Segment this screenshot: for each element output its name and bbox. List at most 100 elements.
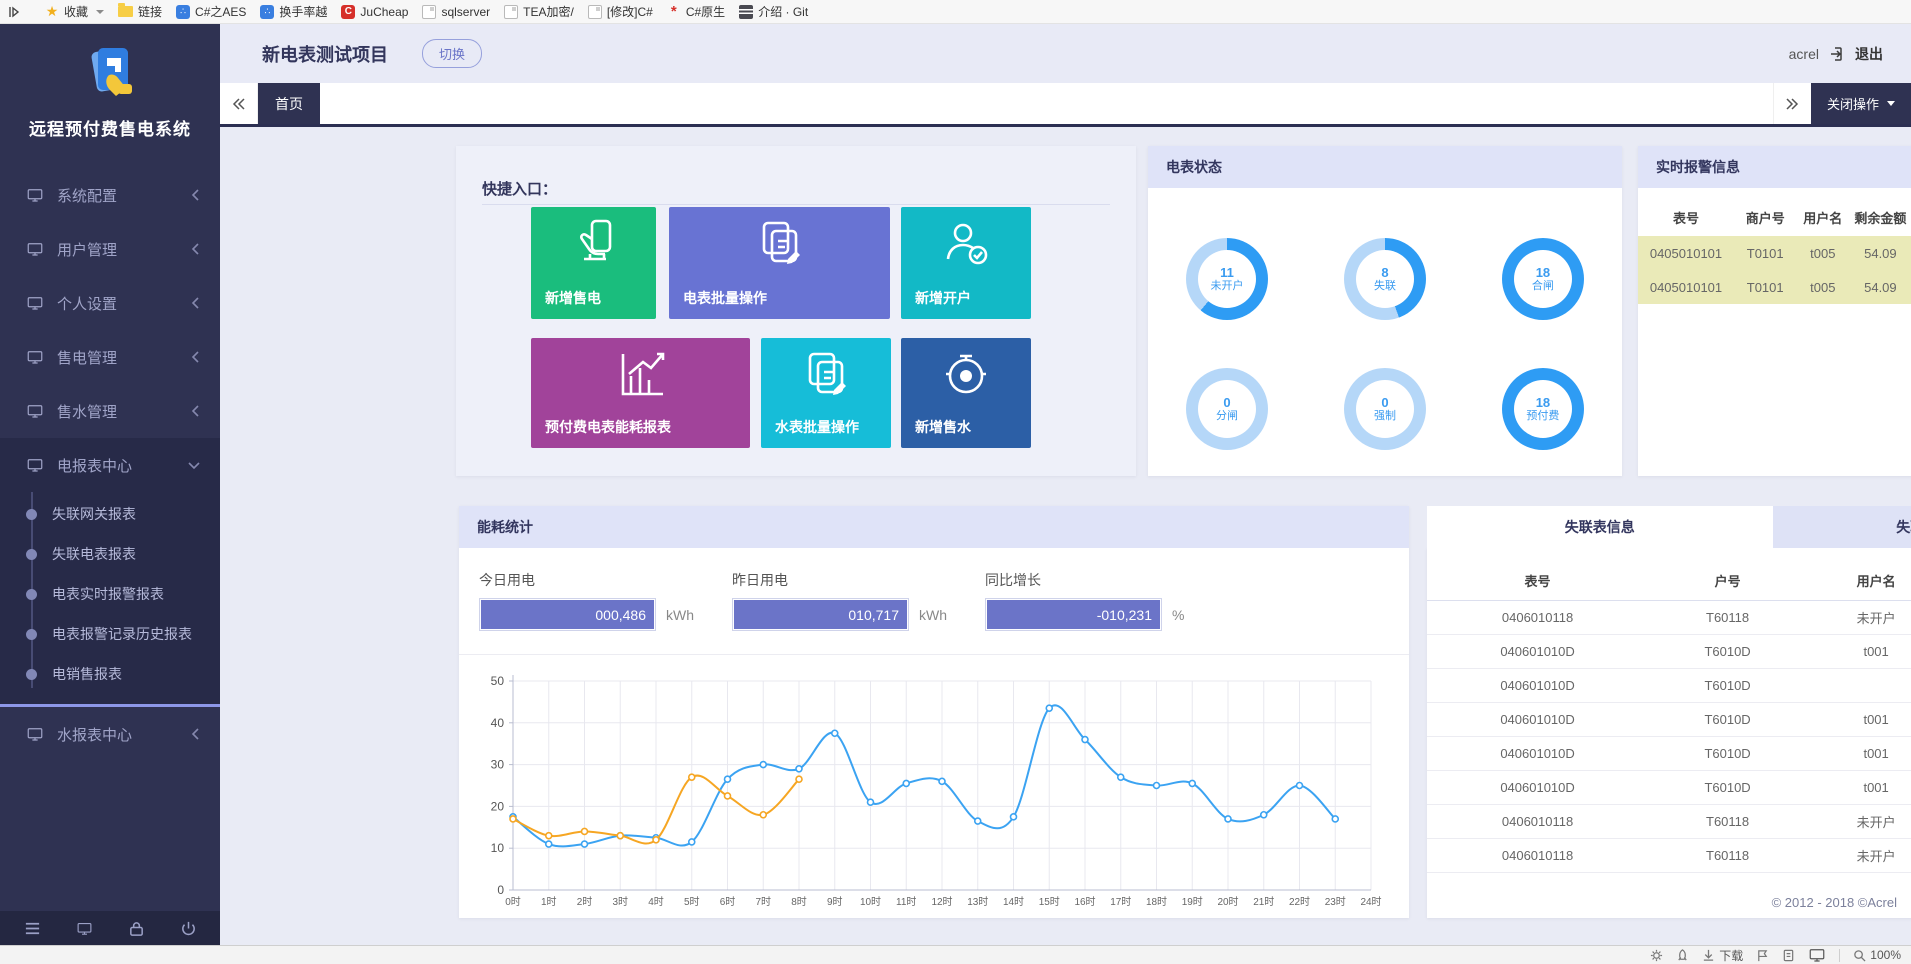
bookmark-label: [修改]C#	[607, 3, 653, 20]
svg-text:18时: 18时	[1146, 896, 1167, 908]
statusbar-page-icon[interactable]	[1782, 949, 1795, 962]
tile-label: 预付费电表能耗报表	[545, 417, 671, 437]
column-header: 用户名	[1796, 198, 1849, 236]
sidebar-item-个人设置[interactable]: 个人设置	[0, 276, 220, 330]
menu-icon[interactable]	[24, 920, 41, 937]
bookmark-item-1[interactable]: 链接	[111, 1, 169, 22]
logout-icon[interactable]	[1829, 46, 1845, 62]
sidebar-item-系统配置[interactable]: 系统配置	[0, 168, 220, 222]
donut-失联: 8失联	[1344, 238, 1426, 320]
bookmark-item-2[interactable]: ∴C#之AES	[169, 1, 253, 22]
statusbar-rocket-icon[interactable]	[1676, 949, 1689, 962]
statusbar-gear-icon[interactable]	[1650, 949, 1663, 962]
sidebar-item-售水管理[interactable]: 售水管理	[0, 384, 220, 438]
stat-value: 010,717	[734, 600, 907, 629]
sidebar-subitem-失联网关报表[interactable]: 失联网关报表	[0, 494, 220, 534]
svg-text:8时: 8时	[791, 896, 807, 908]
disconnect-tabs: 失联表信息失联通讯管理机	[1427, 506, 1911, 548]
bookmark-item-5[interactable]: sqlserver	[415, 3, 497, 21]
column-header: 用户名	[1807, 562, 1911, 600]
donut-合闸: 18合闸	[1502, 238, 1584, 320]
svg-text:2时: 2时	[577, 896, 593, 908]
sidebar-item-用户管理[interactable]: 用户管理	[0, 222, 220, 276]
statusbar-monitor-icon[interactable]	[1808, 946, 1826, 964]
sidebar-item-电报表中心[interactable]: 电报表中心	[0, 438, 220, 492]
donut-value: 0	[1381, 396, 1388, 410]
stat-value-bar: -010,231	[985, 598, 1162, 631]
quick-tile-新增售水[interactable]: 新增售水	[901, 338, 1031, 448]
table-cell: 54.09	[1849, 236, 1911, 270]
lock-icon[interactable]	[128, 920, 145, 937]
star-icon: ★	[45, 5, 59, 19]
bookmark-item-9[interactable]: 介绍 · Git	[732, 1, 815, 22]
power-icon[interactable]	[180, 920, 197, 937]
table-cell: 54.09	[1849, 270, 1911, 304]
sidebar-subitem-电销售报表[interactable]: 电销售报表	[0, 654, 220, 694]
rocket-icon	[1676, 949, 1689, 962]
chevron-down-icon	[1887, 101, 1895, 106]
tab-失联通讯管理机[interactable]: 失联通讯管理机	[1773, 506, 1911, 548]
table-cell: T0101	[1734, 236, 1796, 270]
statusbar-flag-icon[interactable]	[1756, 949, 1769, 962]
tab-失联表信息[interactable]: 失联表信息	[1427, 506, 1773, 548]
chevron-left-icon	[191, 351, 200, 363]
table-cell: t005	[1796, 270, 1849, 304]
quick-tile-预付费电表能耗报表[interactable]: 预付费电表能耗报表	[531, 338, 750, 448]
chevron-left-icon	[191, 189, 200, 201]
logout-button[interactable]: 退出	[1855, 44, 1883, 64]
svg-text:11时: 11时	[896, 896, 916, 908]
svg-text:24时: 24时	[1360, 896, 1381, 908]
quick-tile-新增开户[interactable]: 新增开户	[901, 207, 1031, 319]
zoom-control[interactable]: 100%	[1853, 948, 1901, 962]
bookmark-label: TEA加密/	[523, 3, 574, 20]
tabs-scroll-right-button[interactable]	[1773, 83, 1811, 124]
stat-value-bar: 010,717	[732, 598, 909, 631]
svg-text:6时: 6时	[720, 896, 736, 908]
switch-project-button[interactable]: 切换	[422, 39, 482, 68]
bookmark-item-3[interactable]: ∴换手率越	[253, 1, 334, 22]
monitor-icon	[26, 402, 44, 420]
donut-value: 18	[1536, 396, 1550, 410]
bookmark-item-7[interactable]: [修改]C#	[581, 1, 660, 22]
docs-edit-icon	[798, 346, 854, 402]
quick-tile-新增售电[interactable]: 新增售电	[531, 207, 656, 319]
tab-home[interactable]: 首页	[258, 83, 320, 124]
sidebar-subitem-失联电表报表[interactable]: 失联电表报表	[0, 534, 220, 574]
flower-icon: *	[667, 5, 681, 19]
table-cell: 040601010D	[1427, 770, 1648, 804]
quick-tile-电表批量操作[interactable]: 电表批量操作	[669, 207, 890, 319]
stat-今日用电: 今日用电 000,486	[479, 570, 656, 631]
stat-label: 同比增长	[985, 570, 1162, 590]
app-title: 远程预付费售电系统	[0, 115, 220, 140]
table-cell: T60118	[1648, 804, 1807, 838]
sidebar-item-水报表中心[interactable]: 水报表中心	[0, 707, 220, 761]
folder-icon	[118, 6, 133, 17]
quick-tile-水表批量操作[interactable]: 水表批量操作	[761, 338, 891, 448]
gear-icon	[1650, 949, 1663, 962]
sidebar-item-label: 系统配置	[57, 185, 191, 206]
close-operations-dropdown[interactable]: 关闭操作	[1811, 83, 1911, 124]
bookmark-item-6[interactable]: TEA加密/	[497, 1, 581, 22]
tabs-scroll-left-button[interactable]	[220, 83, 258, 124]
meter-status-panel: 电表状态 11未开户8失联18合闸0分闸0强制18预付费	[1148, 146, 1622, 476]
pin-panel-icon[interactable]	[8, 6, 20, 18]
svg-text:30: 30	[491, 758, 505, 772]
energy-stats: 今日用电 000,486kWh昨日用电 010,717kWh同比增长 -010,…	[459, 548, 1409, 631]
bookmark-label: JuCheap	[360, 5, 408, 19]
table-cell: 0406010118	[1427, 804, 1648, 838]
column-header: 户号	[1648, 562, 1807, 600]
statusbar-download-icon[interactable]: 下载	[1702, 947, 1743, 964]
meter-status-donuts: 11未开户8失联18合闸0分闸0强制18预付费	[1148, 188, 1622, 474]
monitor-icon[interactable]	[76, 920, 93, 937]
sidebar-item-label: 电报表中心	[57, 455, 188, 476]
sidebar-item-售电管理[interactable]: 售电管理	[0, 330, 220, 384]
sidebar-subitem-电表实时报警报表[interactable]: 电表实时报警报表	[0, 574, 220, 614]
username: acrel	[1789, 46, 1819, 62]
sidebar-subitem-电表报警记录历史报表[interactable]: 电表报警记录历史报表	[0, 614, 220, 654]
bookmarks-bar: ★收藏链接∴C#之AES∴换手率越CJuCheapsqlserver TEA加密/…	[0, 0, 1911, 24]
bookmark-item-0[interactable]: ★收藏	[38, 1, 111, 22]
table-cell: 未开户	[1807, 838, 1911, 872]
bookmark-item-4[interactable]: CJuCheap	[334, 3, 415, 21]
bookmark-item-8[interactable]: *C#原生	[660, 1, 732, 22]
data-table: 表号户号用户名失联状态0406010118T60118未开户失联04060101…	[1427, 562, 1911, 873]
